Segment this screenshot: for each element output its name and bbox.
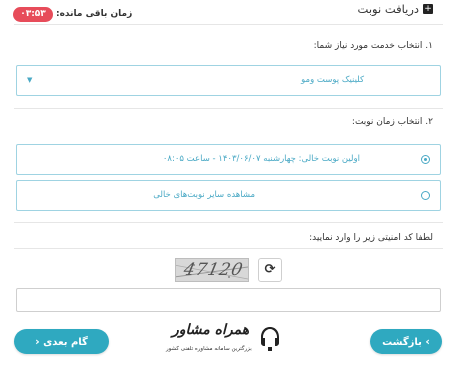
radio-checked-icon[interactable]: [421, 155, 430, 164]
chevron-left-icon: ‹: [35, 335, 40, 348]
headset-logo-icon: [261, 327, 279, 351]
divider: [14, 108, 443, 109]
captcha-input[interactable]: [16, 288, 441, 312]
timer-badge: ۰۳:۵۳: [13, 7, 53, 22]
divider: [14, 24, 443, 25]
back-button[interactable]: › بازگشت: [370, 329, 442, 354]
chevron-right-icon: ›: [425, 335, 430, 348]
timer-label: زمان باقی مانده:: [56, 9, 133, 19]
captcha-code: 47120: [181, 260, 246, 280]
time-option-others[interactable]: مشاهده سایر نوبت‌های خالی: [16, 180, 441, 211]
step1-label: ۱. انتخاب خدمت مورد نیاز شما:: [313, 41, 433, 51]
refresh-captcha-button[interactable]: ⟳: [258, 258, 282, 282]
time-option-label: مشاهده سایر نوبت‌های خالی: [153, 190, 255, 200]
refresh-icon: ⟳: [264, 262, 276, 277]
service-select[interactable]: کلینیک پوست ومو ▼: [16, 65, 441, 96]
caret-down-icon: ▼: [27, 76, 33, 84]
watermark-title: همراه مشاور: [172, 322, 250, 338]
watermark-logo: همراه مشاور بزرگترین سامانه مشاوره تلفنی…: [158, 322, 283, 360]
divider: [14, 222, 443, 223]
radio-unchecked-icon[interactable]: [421, 191, 430, 200]
step2-label: ۲. انتخاب زمان نوبت:: [351, 117, 433, 127]
page-title-text: دریافت نوبت: [357, 2, 419, 16]
next-step-label: گام بعدی: [43, 337, 88, 348]
next-step-button[interactable]: گام بعدی ‹: [14, 329, 109, 354]
time-option-first[interactable]: اولین نوبت خالی: چهارشنبه ۱۴۰۳/۰۶/۰۷ - س…: [16, 144, 441, 175]
service-select-value: کلینیک پوست ومو: [301, 75, 364, 85]
captcha-image: 47120: [175, 258, 249, 282]
time-option-label: اولین نوبت خالی: چهارشنبه ۱۴۰۳/۰۶/۰۷ - س…: [162, 154, 360, 164]
captcha-label: لطفا کد امنیتی زیر را وارد نمایید:: [309, 233, 433, 243]
back-label: بازگشت: [382, 337, 422, 348]
add-square-icon: +: [423, 4, 433, 14]
watermark-subtitle: بزرگترین سامانه مشاوره تلفنی کشور: [166, 346, 252, 352]
page-title: + دریافت نوبت: [358, 2, 433, 16]
divider: [14, 248, 443, 249]
